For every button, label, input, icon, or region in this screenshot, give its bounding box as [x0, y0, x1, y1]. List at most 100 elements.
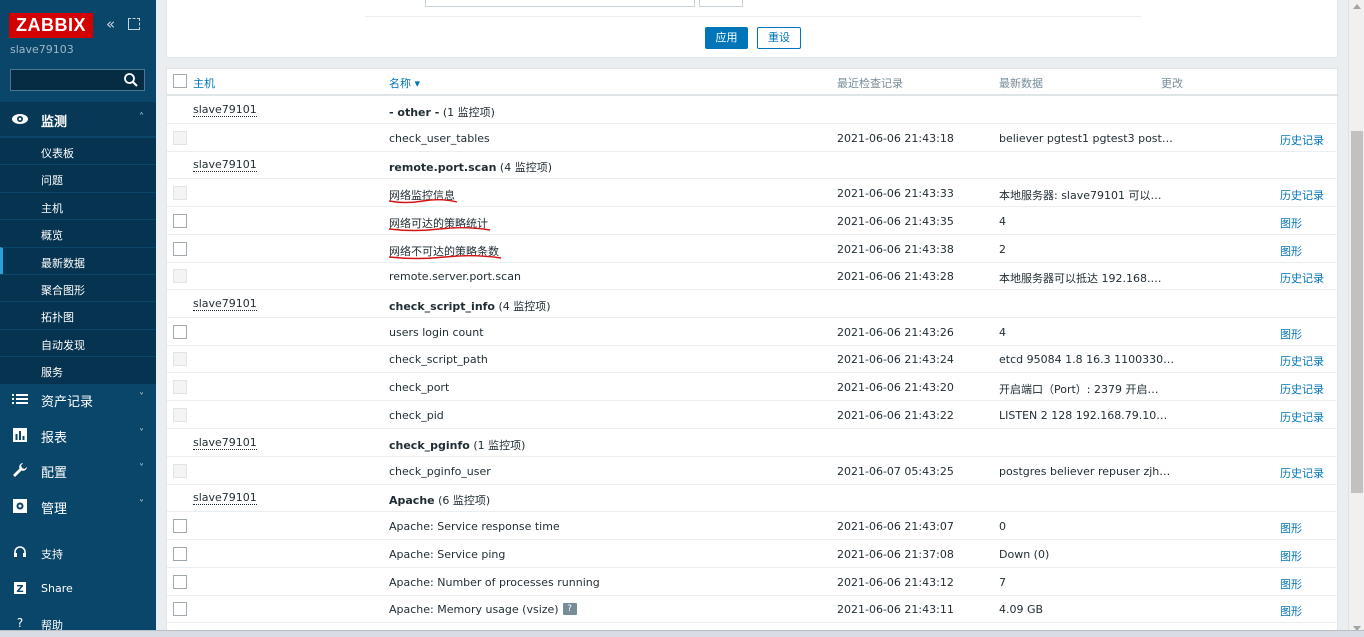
row-checkbox[interactable] — [173, 602, 187, 616]
apply-button[interactable]: 应用 — [705, 27, 748, 49]
row-checkbox[interactable] — [173, 519, 187, 533]
submenu-problems[interactable]: 问题 — [0, 164, 156, 191]
bar-chart-icon — [13, 428, 27, 442]
item-name-text: check_port — [389, 381, 450, 394]
scroll-thumb[interactable] — [1351, 131, 1363, 493]
history-link[interactable]: 历史记录 — [1280, 381, 1324, 397]
menu-configuration-label: 配置 — [41, 466, 68, 481]
last-value: 4 — [999, 215, 1006, 228]
column-name[interactable]: 名称 ▾ — [389, 75, 420, 91]
select-all-checkbox[interactable] — [173, 74, 187, 88]
host-link[interactable]: slave79101 — [193, 104, 257, 117]
submenu-latest-data[interactable]: 最新数据 — [0, 246, 156, 274]
host-link[interactable]: slave79101 — [193, 159, 257, 172]
graph-link[interactable]: 图形 — [1280, 576, 1302, 592]
menu-reports[interactable]: 报表 ˅ — [0, 418, 156, 452]
submenu-dashboard[interactable]: 仪表板 — [0, 137, 156, 164]
row-checkbox[interactable] — [173, 575, 187, 589]
application-group[interactable]: - other - (1 监控项) — [389, 104, 495, 120]
submenu-screens[interactable]: 聚合图形 — [0, 273, 156, 301]
kiosk-mode-icon[interactable] — [128, 18, 140, 30]
table-row: users login count 2021-06-06 21:43:26 4 图形 — [167, 319, 1339, 346]
filter-input[interactable] — [425, 0, 695, 7]
last-check-time: 2021-06-06 21:43:38 — [837, 243, 954, 256]
item-name: check_pginfo_user — [389, 465, 491, 478]
reset-button[interactable]: 重设 — [757, 27, 801, 49]
history-link[interactable]: 历史记录 — [1280, 132, 1324, 148]
row-checkbox[interactable] — [173, 242, 187, 256]
last-value: 4.09 GB — [999, 603, 1044, 616]
item-name: Apache: Memory usage (vsize)? — [389, 603, 577, 616]
host-link[interactable]: slave79101 — [193, 298, 257, 311]
search-input[interactable] — [10, 69, 145, 91]
table-row: Apache: Memory usage (vsize)? 2021-06-06 … — [167, 596, 1339, 623]
graph-link[interactable]: 图形 — [1280, 603, 1302, 619]
headset-icon — [14, 546, 26, 557]
submenu-overview[interactable]: 概览 — [0, 219, 156, 246]
menu-administration[interactable]: 管理 ˅ — [0, 489, 156, 523]
application-group[interactable]: remote.port.scan (4 监控项) — [389, 159, 552, 175]
last-value: LISTEN 2 128 192.168.79.10… — [999, 409, 1168, 422]
submenu-label: 自动发现 — [41, 338, 85, 352]
submenu-services[interactable]: 服务 — [0, 356, 156, 383]
gear-icon — [13, 499, 27, 513]
last-check-time: 2021-06-06 21:43:18 — [837, 132, 954, 145]
menu-monitoring[interactable]: 监测 ˄ — [0, 102, 156, 136]
graph-link[interactable]: 图形 — [1280, 326, 1302, 342]
row-checkbox[interactable] — [173, 325, 187, 339]
help-icon: ? — [16, 616, 24, 630]
svg-text:Z: Z — [16, 584, 23, 595]
eye-icon — [12, 114, 28, 124]
search-icon[interactable] — [123, 72, 139, 88]
footer-share-label: Share — [41, 582, 73, 595]
chevron-down-icon: ˅ — [139, 392, 144, 403]
submenu-discovery[interactable]: 自动发现 — [0, 328, 156, 356]
host-link[interactable]: slave79101 — [193, 437, 257, 450]
graph-link[interactable]: 图形 — [1280, 215, 1302, 231]
history-link[interactable]: 历史记录 — [1280, 409, 1324, 425]
scroll-up-arrow-icon[interactable] — [1353, 4, 1361, 9]
table-row: Apache: Number of processes running 2021-… — [167, 569, 1339, 596]
graph-link[interactable]: 图形 — [1280, 548, 1302, 564]
graph-link[interactable]: 图形 — [1280, 243, 1302, 259]
description-help-icon[interactable]: ? — [562, 603, 577, 615]
history-link[interactable]: 历史记录 — [1280, 187, 1324, 203]
menu-reports-label: 报表 — [41, 431, 68, 446]
menu-configuration[interactable]: 配置 ˅ — [0, 453, 156, 487]
row-checkbox[interactable] — [173, 214, 187, 228]
row-checkbox[interactable] — [173, 547, 187, 561]
item-name: Apache: Service ping — [389, 548, 505, 561]
history-link[interactable]: 历史记录 — [1280, 270, 1324, 286]
item-name: check_port — [389, 381, 449, 394]
last-check-time: 2021-06-06 21:43:33 — [837, 187, 954, 200]
vertical-scrollbar[interactable] — [1348, 0, 1364, 637]
footer-share[interactable]: Z Share — [0, 575, 156, 603]
main-content: 应用 重设 主机 名称 ▾ 最近检查记录 最新数据 更改 slave79101 -… — [156, 0, 1348, 637]
host-link[interactable]: slave79101 — [193, 492, 257, 505]
group-name: Apache — [389, 494, 435, 507]
application-group[interactable]: check_script_info (4 监控项) — [389, 298, 551, 314]
zabbix-logo[interactable]: ZABBIX — [9, 13, 93, 38]
table-row: check_pid 2021-06-06 21:43:22 LISTEN 2 128… — [167, 402, 1339, 429]
red-annotation-underline — [388, 199, 458, 204]
item-name-text: check_script_path — [389, 353, 488, 366]
history-link[interactable]: 历史记录 — [1280, 465, 1324, 481]
group-name: check_pginfo — [389, 439, 470, 452]
footer-support[interactable]: 支持 — [0, 539, 156, 567]
filter-select-button[interactable] — [699, 0, 743, 7]
menu-inventory-label: 资产记录 — [41, 395, 94, 410]
column-host[interactable]: 主机 — [193, 75, 215, 91]
last-check-time: 2021-06-06 21:43:07 — [837, 520, 954, 533]
application-group[interactable]: Apache (6 监控项) — [389, 492, 490, 508]
item-name: check_user_tables — [389, 132, 490, 145]
graph-link[interactable]: 图形 — [1280, 520, 1302, 536]
submenu-hosts[interactable]: 主机 — [0, 191, 156, 219]
table-row: 网络监控信息 2021-06-06 21:43:33 本地服务器: slave791… — [167, 180, 1339, 207]
application-group[interactable]: check_pginfo (1 监控项) — [389, 437, 525, 453]
group-count: (1 监控项) — [469, 439, 526, 452]
history-link[interactable]: 历史记录 — [1280, 353, 1324, 369]
collapse-sidebar-icon[interactable]: « — [106, 15, 122, 33]
submenu-label: 概览 — [41, 229, 63, 243]
submenu-maps[interactable]: 拓扑图 — [0, 301, 156, 328]
menu-inventory[interactable]: 资产记录 ˅ — [0, 382, 156, 416]
